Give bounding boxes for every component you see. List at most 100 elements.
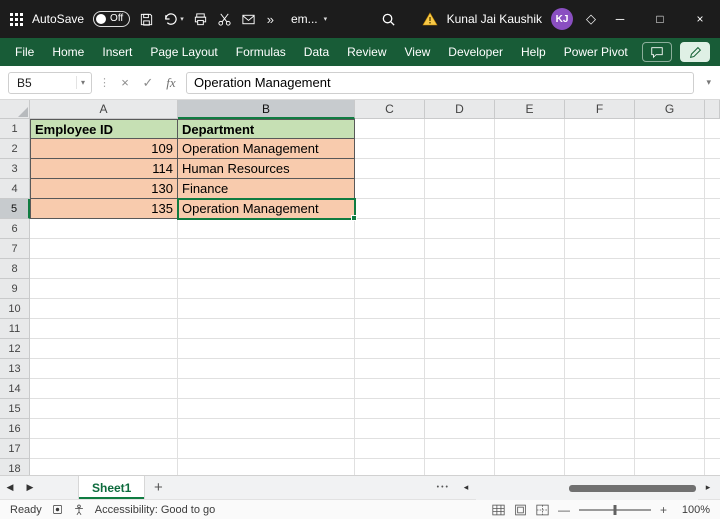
row-header-14[interactable]: 14: [0, 379, 30, 399]
cell-C1[interactable]: [355, 119, 425, 139]
cell-G8[interactable]: [635, 259, 705, 279]
cell-G2[interactable]: [635, 139, 705, 159]
cell-C16[interactable]: [355, 419, 425, 439]
cell-B6[interactable]: [178, 219, 355, 239]
cell-D12[interactable]: [425, 339, 495, 359]
document-name[interactable]: em... ▾: [291, 12, 327, 26]
cell-E13[interactable]: [495, 359, 565, 379]
normal-view-button[interactable]: [492, 504, 505, 516]
cell-G3[interactable]: [635, 159, 705, 179]
save-button[interactable]: [139, 12, 154, 27]
cell-C6[interactable]: [355, 219, 425, 239]
cell-C10[interactable]: [355, 299, 425, 319]
zoom-out-button[interactable]: —: [558, 503, 570, 517]
cell-D9[interactable]: [425, 279, 495, 299]
cell-F4[interactable]: [565, 179, 635, 199]
cell-E7[interactable]: [495, 239, 565, 259]
fill-handle[interactable]: [351, 215, 357, 221]
user-avatar[interactable]: KJ: [551, 8, 573, 30]
ribbon-tab-insert[interactable]: Insert: [93, 38, 141, 66]
row-header-10[interactable]: 10: [0, 299, 30, 319]
undo-button[interactable]: ▾: [163, 12, 184, 27]
cell-A11[interactable]: [30, 319, 178, 339]
cell-G14[interactable]: [635, 379, 705, 399]
ribbon-tab-power-pivot[interactable]: Power Pivot: [555, 38, 637, 66]
cell-G4[interactable]: [635, 179, 705, 199]
zoom-slider[interactable]: [578, 504, 651, 515]
cell-G7[interactable]: [635, 239, 705, 259]
cell-D17[interactable]: [425, 439, 495, 459]
cell-C9[interactable]: [355, 279, 425, 299]
cell-B2[interactable]: Operation Management: [178, 139, 355, 159]
cell-C2[interactable]: [355, 139, 425, 159]
cell-F15[interactable]: [565, 399, 635, 419]
cell-A16[interactable]: [30, 419, 178, 439]
cell-B5[interactable]: Operation Management: [177, 198, 357, 221]
cell-E3[interactable]: [495, 159, 565, 179]
cell-G13[interactable]: [635, 359, 705, 379]
cell-G9[interactable]: [635, 279, 705, 299]
cell-A7[interactable]: [30, 239, 178, 259]
cell-A1[interactable]: Employee ID: [30, 119, 178, 139]
ribbon-tab-view[interactable]: View: [396, 38, 440, 66]
ribbon-tab-file[interactable]: File: [6, 38, 43, 66]
cell-A4[interactable]: 130: [30, 179, 178, 199]
page-break-view-button[interactable]: [536, 504, 549, 516]
cell-F2[interactable]: [565, 139, 635, 159]
cell-G17[interactable]: [635, 439, 705, 459]
cell-E11[interactable]: [495, 319, 565, 339]
undo-chevron-icon[interactable]: ▾: [180, 15, 184, 23]
column-header-F[interactable]: F: [565, 100, 635, 119]
row-header-11[interactable]: 11: [0, 319, 30, 339]
cell-F17[interactable]: [565, 439, 635, 459]
cut-button[interactable]: [217, 12, 232, 27]
cell-G5[interactable]: [635, 199, 705, 219]
column-header-B[interactable]: B: [178, 100, 355, 119]
maximize-button[interactable]: □: [640, 0, 680, 38]
cell-G6[interactable]: [635, 219, 705, 239]
cell-F3[interactable]: [565, 159, 635, 179]
column-header-A[interactable]: A: [30, 100, 178, 119]
search-icon[interactable]: [381, 12, 396, 27]
row-header-2[interactable]: 2: [0, 139, 30, 159]
name-box-chevron-icon[interactable]: ▾: [75, 76, 89, 89]
cell-E18[interactable]: [495, 459, 565, 475]
cell-B13[interactable]: [178, 359, 355, 379]
cell-C8[interactable]: [355, 259, 425, 279]
row-header-7[interactable]: 7: [0, 239, 30, 259]
cell-C7[interactable]: [355, 239, 425, 259]
cell-A15[interactable]: [30, 399, 178, 419]
cell-B12[interactable]: [178, 339, 355, 359]
cell-D3[interactable]: [425, 159, 495, 179]
cell-A2[interactable]: 109: [30, 139, 178, 159]
cell-C13[interactable]: [355, 359, 425, 379]
cell-D4[interactable]: [425, 179, 495, 199]
cell-C5[interactable]: [355, 199, 425, 219]
diamond-icon[interactable]: ◇: [586, 11, 596, 27]
cell-A8[interactable]: [30, 259, 178, 279]
cell-F5[interactable]: [565, 199, 635, 219]
cell-D2[interactable]: [425, 139, 495, 159]
cell-A18[interactable]: [30, 459, 178, 475]
cell-C3[interactable]: [355, 159, 425, 179]
cell-F7[interactable]: [565, 239, 635, 259]
page-layout-view-button[interactable]: [514, 504, 527, 516]
cell-C4[interactable]: [355, 179, 425, 199]
zoom-slider-thumb[interactable]: [613, 504, 617, 515]
cell-G10[interactable]: [635, 299, 705, 319]
column-header-D[interactable]: D: [425, 100, 495, 119]
cell-F11[interactable]: [565, 319, 635, 339]
cell-C11[interactable]: [355, 319, 425, 339]
app-icon[interactable]: [10, 12, 23, 26]
cell-B7[interactable]: [178, 239, 355, 259]
select-all-button[interactable]: [0, 100, 30, 119]
email-button[interactable]: [241, 12, 256, 27]
cell-F12[interactable]: [565, 339, 635, 359]
cancel-button[interactable]: ×: [117, 75, 133, 90]
formula-bar-expand-icon[interactable]: ▾: [701, 77, 716, 88]
row-header-12[interactable]: 12: [0, 339, 30, 359]
cell-A13[interactable]: [30, 359, 178, 379]
row-header-3[interactable]: 3: [0, 159, 30, 179]
cell-B9[interactable]: [178, 279, 355, 299]
tab-bar-options-icon[interactable]: •••: [437, 484, 450, 491]
